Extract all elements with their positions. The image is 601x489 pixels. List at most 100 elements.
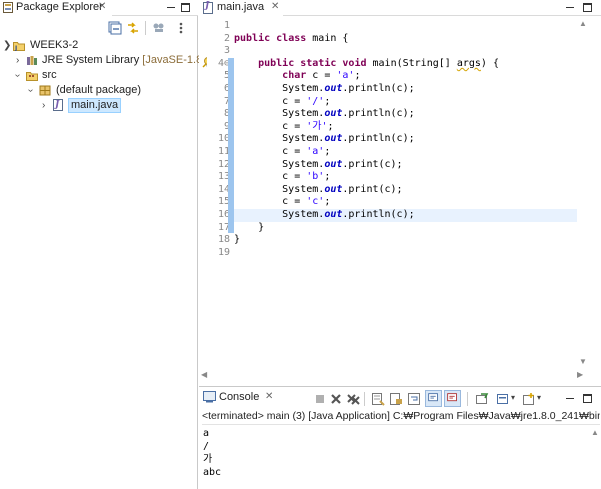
line-number: 5 bbox=[223, 70, 230, 82]
clear-console-icon[interactable] bbox=[371, 392, 385, 406]
focus-on-active-task-icon[interactable] bbox=[152, 21, 166, 35]
code-line[interactable]: c = 'a'; bbox=[234, 146, 577, 159]
code-area[interactable]: public class main { public static void m… bbox=[234, 17, 577, 369]
view-menu-icon[interactable] bbox=[174, 21, 188, 35]
line-number: 7 bbox=[223, 95, 230, 107]
code-line[interactable]: System.out.println(c); bbox=[234, 209, 577, 222]
library-decoration: [JavaSE-1.8] bbox=[142, 54, 206, 66]
library-name: JRE System Library bbox=[42, 54, 140, 66]
minimize-icon[interactable] bbox=[565, 2, 576, 13]
line-number: 18 bbox=[217, 234, 230, 246]
library-icon bbox=[27, 56, 37, 65]
code-line[interactable]: c = '가'; bbox=[234, 121, 577, 134]
chevron-down-icon[interactable]: › bbox=[23, 89, 38, 92]
tree-item-label: WEEK3-2 bbox=[30, 39, 79, 51]
console-tab[interactable]: Console ✕ bbox=[199, 389, 289, 407]
chevron-down-icon[interactable]: ▾ bbox=[537, 393, 541, 402]
open-console-icon[interactable] bbox=[522, 392, 536, 406]
line-number: 16 bbox=[217, 209, 230, 220]
editor-tab-main-java[interactable]: main.java ✕ bbox=[199, 0, 283, 16]
minimize-icon[interactable] bbox=[565, 393, 576, 404]
code-line[interactable]: } bbox=[234, 222, 577, 235]
line-number: 15 bbox=[217, 196, 230, 208]
maximize-icon[interactable] bbox=[583, 3, 592, 12]
java-project-icon: J bbox=[13, 42, 25, 51]
code-line[interactable]: System.out.println(c); bbox=[234, 108, 577, 121]
toolbar-separator bbox=[467, 392, 468, 406]
code-line[interactable]: System.out.print(c); bbox=[234, 184, 577, 197]
code-line[interactable]: System.out.println(c); bbox=[234, 83, 577, 96]
tree-item-src[interactable]: › src bbox=[0, 68, 198, 83]
package-explorer-tab[interactable]: Package Explorer ✕ bbox=[0, 0, 112, 16]
remove-launch-icon[interactable] bbox=[329, 392, 343, 406]
code-line[interactable]: char c = 'a'; bbox=[234, 70, 577, 83]
scroll-up-icon[interactable]: ▲ bbox=[579, 19, 587, 28]
code-line[interactable]: } bbox=[234, 234, 577, 247]
terminate-icon[interactable] bbox=[313, 392, 327, 406]
chevron-down-icon[interactable]: › bbox=[10, 74, 25, 77]
maximize-icon[interactable] bbox=[181, 3, 190, 12]
line-number: 17 bbox=[217, 221, 230, 233]
link-with-editor-icon[interactable] bbox=[126, 21, 140, 35]
word-wrap-icon[interactable] bbox=[407, 392, 421, 406]
scroll-lock-icon[interactable] bbox=[389, 392, 403, 406]
scroll-left-icon[interactable]: ◀ bbox=[201, 370, 207, 379]
svg-text:J: J bbox=[14, 45, 17, 51]
chevron-down-icon[interactable]: ❯ bbox=[3, 38, 11, 53]
line-number: 10 bbox=[217, 133, 230, 145]
pin-console-icon[interactable] bbox=[475, 392, 489, 406]
code-line[interactable]: public class main { bbox=[234, 33, 577, 46]
show-console-on-stdout-icon[interactable] bbox=[425, 390, 442, 407]
line-number: 13 bbox=[217, 171, 230, 183]
line-number: 6 bbox=[223, 83, 230, 94]
tree-item-label: JRE System Library [JavaSE-1.8] bbox=[42, 53, 205, 68]
tree-item-jre-library[interactable]: › JRE System Library [JavaSE-1.8] bbox=[0, 53, 205, 68]
remove-all-terminated-icon[interactable] bbox=[346, 392, 360, 406]
tree-item-main-java[interactable]: › main.java bbox=[0, 98, 198, 113]
close-icon[interactable]: ✕ bbox=[98, 1, 106, 12]
chevron-down-icon[interactable]: ▾ bbox=[511, 393, 515, 402]
tree-item-project[interactable]: ❯ J WEEK3-2 bbox=[0, 38, 198, 53]
code-line[interactable]: public static void main(String[] args) { bbox=[234, 58, 577, 71]
line-number: 9 bbox=[223, 120, 230, 132]
code-line[interactable] bbox=[234, 20, 577, 33]
show-console-on-stderr-icon[interactable] bbox=[444, 390, 461, 407]
editor-tabbar: main.java ✕ bbox=[199, 0, 601, 16]
code-line[interactable]: System.out.print(c); bbox=[234, 159, 577, 172]
console-view: Console ✕ ▾ ▾ <terminated> main (3) [Jav… bbox=[199, 386, 601, 489]
code-line[interactable]: System.out.println(c); bbox=[234, 133, 577, 146]
scroll-right-icon[interactable]: ▶ bbox=[577, 370, 583, 379]
line-number: 11 bbox=[217, 146, 230, 157]
console-vertical-scrollbar[interactable]: ▲ bbox=[589, 427, 601, 489]
package-explorer-toolbar bbox=[0, 17, 198, 37]
close-icon[interactable]: ✕ bbox=[271, 1, 279, 12]
package-explorer-icon bbox=[3, 2, 13, 13]
chevron-right-icon[interactable]: › bbox=[42, 98, 45, 113]
code-line[interactable] bbox=[234, 247, 577, 260]
line-number: 19 bbox=[217, 246, 230, 258]
console-output[interactable]: a / 가 abc bbox=[199, 427, 589, 489]
display-selected-console-icon[interactable] bbox=[496, 392, 510, 406]
toolbar-separator bbox=[145, 21, 146, 35]
tree-item-default-package[interactable]: › (default package) bbox=[0, 83, 198, 98]
editor-area: main.java ✕ 1234⊖56789101112131415161718… bbox=[199, 0, 601, 384]
code-line[interactable]: c = '/'; bbox=[234, 96, 577, 109]
line-number: 2 bbox=[223, 32, 230, 44]
code-line[interactable]: c = 'b'; bbox=[234, 171, 577, 184]
scroll-down-icon[interactable]: ▼ bbox=[579, 357, 587, 366]
maximize-icon[interactable] bbox=[583, 394, 592, 403]
editor-tab-label: main.java bbox=[217, 1, 265, 13]
console-title: Console bbox=[219, 391, 260, 403]
editor-vertical-scrollbar[interactable]: ▲ ▼ bbox=[577, 17, 589, 369]
line-number: 1 bbox=[223, 20, 230, 31]
overview-ruler bbox=[589, 17, 601, 369]
close-icon[interactable]: ✕ bbox=[265, 391, 273, 402]
editor-horizontal-scrollbar[interactable]: ◀ ▶ bbox=[199, 369, 589, 381]
minimize-icon[interactable] bbox=[166, 2, 177, 13]
code-line[interactable] bbox=[234, 45, 577, 58]
code-line[interactable]: c = 'c'; bbox=[234, 196, 577, 209]
console-icon bbox=[203, 391, 216, 403]
chevron-right-icon[interactable]: › bbox=[16, 53, 19, 68]
scroll-up-icon[interactable]: ▲ bbox=[591, 428, 599, 437]
collapse-all-icon[interactable] bbox=[108, 21, 122, 35]
